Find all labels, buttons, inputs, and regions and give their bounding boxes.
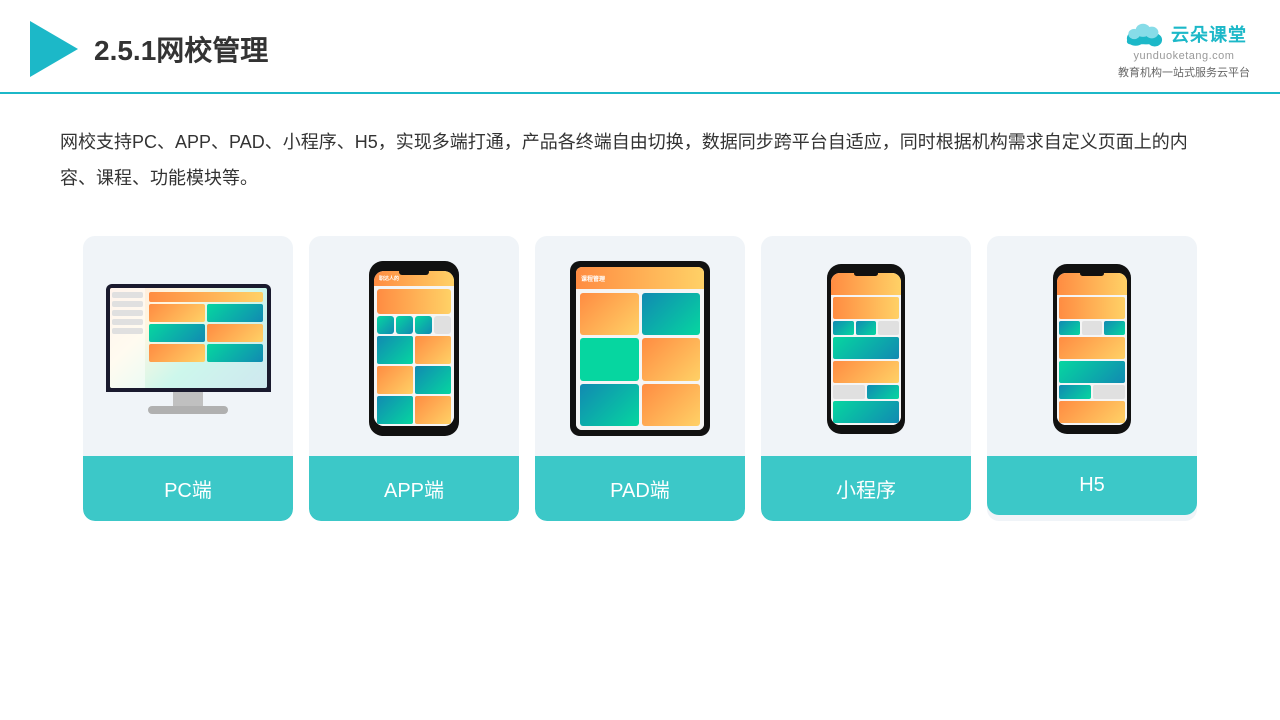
card-h5-image bbox=[987, 236, 1197, 456]
card-pad-label: PAD端 bbox=[535, 456, 745, 521]
card-pad-image: 课程管理 bbox=[535, 236, 745, 456]
description-text: 网校支持PC、APP、PAD、小程序、H5，实现多端打通，产品各终端自由切换，数… bbox=[0, 94, 1280, 216]
phone-mini-row-1 bbox=[833, 321, 899, 335]
card-miniprogram-image bbox=[761, 236, 971, 456]
monitor-base bbox=[148, 406, 228, 414]
phone-mockup-h5 bbox=[1053, 264, 1131, 434]
phone-notch-app bbox=[399, 269, 429, 275]
tablet-mockup: 课程管理 bbox=[570, 261, 710, 436]
brand-url: yunduoketang.com bbox=[1134, 50, 1235, 62]
phone-h5-notch bbox=[1080, 271, 1104, 276]
sidebar-item-5 bbox=[112, 328, 143, 334]
platform-cards: PC端 职达人的 bbox=[0, 216, 1280, 551]
brand-info: 云朵课堂 yunduoketang.com 教育机构一站式服务云平台 bbox=[1118, 18, 1250, 80]
phone-h5-screen bbox=[1057, 273, 1127, 425]
monitor-screen-content bbox=[110, 288, 267, 388]
card-h5: H5 bbox=[987, 236, 1197, 521]
phone-banner-app bbox=[377, 289, 451, 314]
brand-logo: 云朵课堂 bbox=[1121, 18, 1247, 50]
phone-h5-row-1 bbox=[1059, 321, 1125, 335]
sidebar-item-2 bbox=[112, 301, 143, 307]
screen-card-5 bbox=[149, 344, 205, 362]
header-left: 2.5.1网校管理 bbox=[30, 21, 268, 77]
phone-mini-header bbox=[831, 273, 901, 295]
phone-mini-body bbox=[831, 295, 901, 425]
screen-card-4 bbox=[207, 324, 263, 342]
card-miniprogram: 小程序 bbox=[761, 236, 971, 521]
card-pc: PC端 bbox=[83, 236, 293, 521]
phone-screen-body-app bbox=[374, 286, 454, 426]
phone-mini-row-2 bbox=[833, 385, 899, 399]
card-h5-label: H5 bbox=[987, 456, 1197, 515]
screen-sidebar bbox=[110, 288, 145, 388]
phone-mini-banner bbox=[833, 297, 899, 319]
logo-triangle-icon bbox=[30, 21, 78, 77]
screen-card-2 bbox=[207, 304, 263, 322]
phone-mini-screen bbox=[831, 273, 901, 425]
phone-course-row-1 bbox=[377, 336, 451, 364]
phone-icons-row-app bbox=[377, 316, 451, 334]
phone-h5-banner bbox=[1059, 297, 1125, 319]
screen-card-3 bbox=[149, 324, 205, 342]
sidebar-item-4 bbox=[112, 319, 143, 325]
monitor-screen-outer bbox=[106, 284, 271, 392]
monitor-screen bbox=[110, 288, 267, 388]
phone-h5-body bbox=[1057, 295, 1127, 425]
card-app-image: 职达人的 bbox=[309, 236, 519, 456]
tablet-screen-body bbox=[576, 289, 704, 430]
screen-card-6 bbox=[207, 344, 263, 362]
tablet-screen-header: 课程管理 bbox=[576, 267, 704, 289]
card-app-label: APP端 bbox=[309, 456, 519, 521]
phone-screen-app: 职达人的 bbox=[374, 271, 454, 426]
cloud-logo-icon bbox=[1121, 18, 1165, 50]
page-title: 2.5.1网校管理 bbox=[94, 29, 268, 69]
screen-row-1 bbox=[149, 304, 263, 322]
phone-mockup-app: 职达人的 bbox=[369, 261, 459, 436]
screen-row-3 bbox=[149, 344, 263, 362]
phone-course-row-3 bbox=[377, 396, 451, 424]
card-miniprogram-label: 小程序 bbox=[761, 456, 971, 521]
card-pc-image bbox=[83, 236, 293, 456]
monitor-neck bbox=[173, 392, 203, 406]
phone-mockup-mini bbox=[827, 264, 905, 434]
phone-mini-notch bbox=[854, 271, 878, 276]
brand-name-text: 云朵课堂 bbox=[1171, 21, 1247, 47]
screen-header bbox=[149, 292, 263, 302]
phone-h5-row-2 bbox=[1059, 385, 1125, 399]
card-pc-label: PC端 bbox=[83, 456, 293, 521]
tablet-screen: 课程管理 bbox=[576, 267, 704, 430]
phone-h5-header bbox=[1057, 273, 1127, 295]
monitor-mockup bbox=[106, 284, 271, 414]
sidebar-item-1 bbox=[112, 292, 143, 298]
card-app: 职达人的 bbox=[309, 236, 519, 521]
card-pad: 课程管理 PAD端 bbox=[535, 236, 745, 521]
screen-row-2 bbox=[149, 324, 263, 342]
screen-main bbox=[145, 288, 267, 388]
phone-course-row-2 bbox=[377, 366, 451, 394]
header: 2.5.1网校管理 云朵课堂 yunduoketang.com 教育机构一站式服… bbox=[0, 0, 1280, 94]
sidebar-item-3 bbox=[112, 310, 143, 316]
brand-slogan: 教育机构一站式服务云平台 bbox=[1118, 64, 1250, 80]
screen-card-1 bbox=[149, 304, 205, 322]
